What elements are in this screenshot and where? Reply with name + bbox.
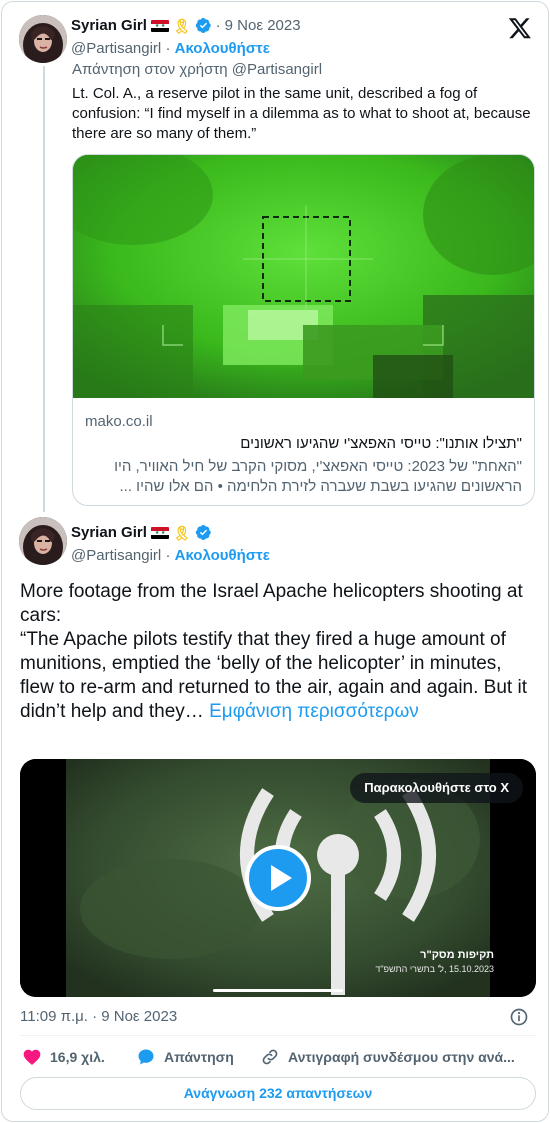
link-icon: [262, 1049, 278, 1065]
copy-link-label: Αντιγραφή συνδέσμου στην ανά...: [288, 1049, 515, 1065]
author-name-row: Syrian Girl ★ ★ 🎗 · 9 Νοε 2023: [71, 17, 301, 34]
tweet-text: More footage from the Israel Apache heli…: [20, 580, 540, 724]
link-preview-card[interactable]: mako.co.il "תצילו אותנו": טייסי האפאצ'י …: [72, 154, 535, 506]
tweet-date[interactable]: 9 Νοε 2023: [225, 17, 301, 34]
separator: ·: [165, 40, 175, 57]
link-description: "האחת" של 2023: טייסי האפאצ'י, מסוקי הקר…: [114, 458, 522, 495]
author-handle[interactable]: @Partisangirl: [71, 547, 161, 564]
show-more-link[interactable]: Εμφάνιση περισσότερων: [209, 701, 419, 722]
follow-button[interactable]: Ακολουθήστε: [175, 40, 270, 57]
reply-button[interactable]: Απάντηση: [136, 1047, 234, 1067]
copy-link-button[interactable]: Αντιγραφή συνδέσμου στην ανά...: [260, 1047, 515, 1067]
replying-to[interactable]: Απάντηση στον χρήστη @Partisangirl: [72, 61, 322, 78]
play-icon: [270, 865, 292, 891]
reply-label: Απάντηση: [164, 1049, 234, 1065]
handle-row: @Partisangirl · Ακολουθήστε: [71, 547, 270, 564]
embedded-tweet-card: Syrian Girl ★ ★ 🎗 · 9 Νοε 2023 @Partisang…: [1, 1, 549, 1122]
play-button[interactable]: [245, 845, 311, 911]
separator: ·: [165, 547, 175, 564]
avatar[interactable]: [19, 517, 67, 565]
avatar[interactable]: [19, 15, 67, 63]
separator: ·: [215, 17, 221, 34]
like-count: 16,9 χιλ.: [50, 1049, 105, 1065]
link-preview-image: [73, 155, 534, 398]
x-logo-icon[interactable]: [508, 16, 532, 40]
author-name[interactable]: Syrian Girl: [71, 524, 147, 541]
tweet-text: Lt. Col. A., a reserve pilot in the same…: [72, 85, 531, 142]
info-icon[interactable]: [509, 1007, 529, 1027]
author-handle[interactable]: @Partisangirl: [71, 40, 161, 57]
author-name-row: Syrian Girl ★ ★ 🎗: [71, 524, 212, 541]
read-replies-button[interactable]: Ανάγνωση 232 απαντήσεων: [20, 1077, 536, 1110]
video-caption: תקיפות מסק"ר: [420, 949, 494, 961]
link-title: "תצילו אותנו": טייסי האפאצ'י שהגיעו ראשו…: [240, 435, 522, 452]
like-button[interactable]: 16,9 χιλ.: [22, 1047, 105, 1067]
verified-badge-icon: [195, 18, 211, 33]
yellow-ribbon-icon: 🎗: [172, 17, 191, 34]
syria-flag-icon: ★ ★: [150, 19, 169, 32]
syria-flag-icon: ★ ★: [150, 526, 169, 539]
action-bar: 16,9 χιλ. Απάντηση Αντιγραφή συνδέσμου σ…: [20, 1047, 536, 1069]
reply-bubble-icon: [138, 1049, 154, 1065]
video-caption-date: 15.10.2023 ,ל' בתשרי התשפ"ד: [375, 964, 494, 974]
link-domain: mako.co.il: [85, 413, 153, 430]
heart-icon: [23, 1049, 41, 1065]
divider: [20, 1035, 536, 1036]
author-name[interactable]: Syrian Girl: [71, 17, 147, 34]
yellow-ribbon-icon: 🎗: [172, 524, 191, 541]
video-player[interactable]: Παρακολουθήστε στο X תקיפות מסק"ר 15.10.…: [20, 759, 536, 997]
video-progress-bar[interactable]: [213, 989, 343, 992]
thread-connector: [43, 66, 45, 512]
verified-badge-icon: [195, 525, 211, 540]
watch-on-x-button[interactable]: Παρακολουθήστε στο X: [350, 773, 523, 803]
tweet-timestamp[interactable]: 11:09 π.μ. · 9 Νοε 2023: [20, 1008, 177, 1025]
handle-row: @Partisangirl · Ακολουθήστε: [71, 40, 270, 57]
follow-button[interactable]: Ακολουθήστε: [175, 547, 270, 564]
